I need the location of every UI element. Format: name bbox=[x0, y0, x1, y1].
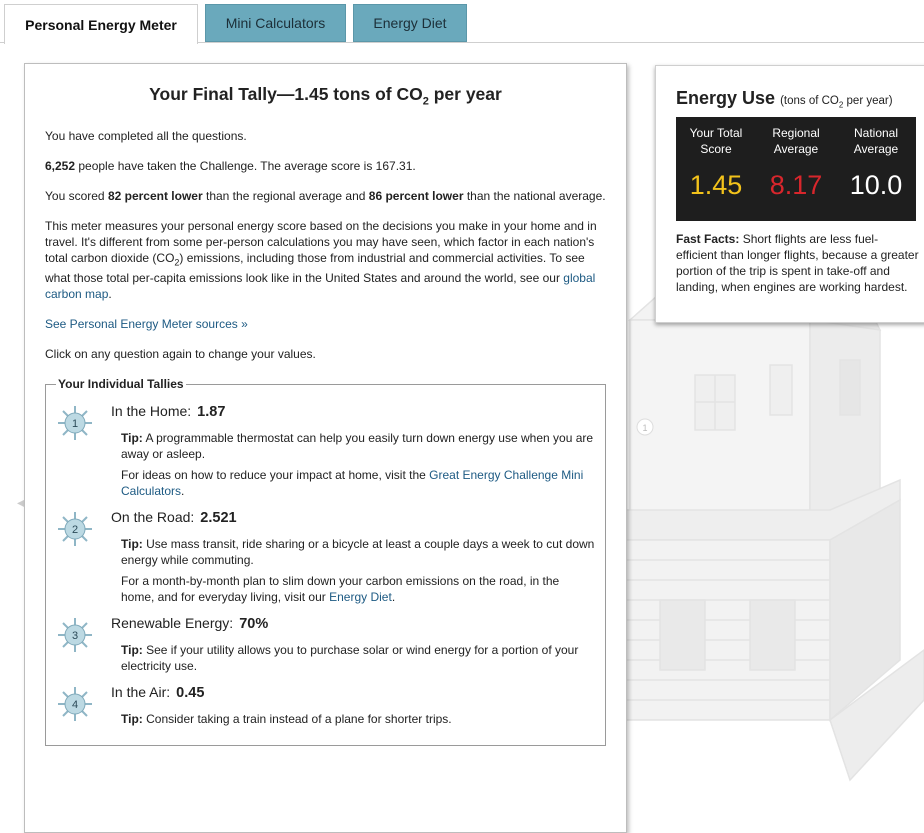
house-badge-number: 1 bbox=[642, 423, 647, 433]
score-label: National Average bbox=[853, 126, 899, 157]
tally-value: 2.521 bbox=[200, 509, 237, 526]
score-value: 1.45 bbox=[689, 170, 743, 201]
score-value: 8.17 bbox=[769, 170, 823, 201]
tally-item-air[interactable]: 4 In the Air: 0.45 Tip: Consider taking a… bbox=[56, 684, 595, 727]
participants-text: 6,252 people have taken the Challenge. T… bbox=[45, 158, 416, 173]
energy-diet-link[interactable]: Energy Diet bbox=[329, 590, 392, 604]
tab-personal-energy-meter[interactable]: Personal Energy Meter bbox=[4, 4, 198, 44]
tally-value: 1.87 bbox=[197, 403, 226, 420]
tally-value: 70% bbox=[239, 615, 269, 632]
score-regional-average: Regional Average 8.17 bbox=[756, 117, 836, 199]
tab-mini-calculators[interactable]: Mini Calculators bbox=[205, 4, 346, 42]
tally-extra: For ideas on how to reduce your impact a… bbox=[121, 467, 584, 498]
tally-item-renewable[interactable]: 3 Renewable Energy: 70% Tip: See if your … bbox=[56, 615, 595, 674]
tab-bar: Personal Energy Meter Mini Calculators E… bbox=[0, 0, 924, 44]
page-title: Your Final Tally—1.45 tons of CO2 per ye… bbox=[149, 84, 502, 108]
energy-use-title: Energy Use (tons of CO2 per year) bbox=[676, 88, 893, 110]
tally-item-road[interactable]: 2 On the Road: 2.521 Tip: Use mass transi… bbox=[56, 509, 595, 605]
final-tally-panel: Your Final Tally—1.45 tons of CO2 per ye… bbox=[24, 63, 627, 833]
tally-tip: Tip: Use mass transit, ride sharing or a… bbox=[121, 536, 595, 567]
participants-count: 6,252 bbox=[45, 158, 76, 173]
star-badge-icon: 4 bbox=[58, 686, 92, 721]
fast-facts: Fast Facts: Short flights are less fuel-… bbox=[676, 232, 919, 295]
score-label: Regional Average bbox=[772, 126, 820, 157]
energy-use-panel: Energy Use (tons of CO2 per year) Your T… bbox=[655, 65, 924, 323]
tally-tip: Tip: Consider taking a train instead of … bbox=[121, 711, 452, 726]
score-national-average: National Average 10.0 bbox=[836, 117, 916, 199]
tally-value: 0.45 bbox=[176, 684, 205, 701]
score-label: Your Total Score bbox=[689, 126, 743, 157]
tallies-legend: Your Individual Tallies bbox=[56, 375, 186, 392]
svg-text:2: 2 bbox=[72, 524, 78, 536]
tally-item-home[interactable]: 1 In the Home: 1.87 Tip: A programmable t… bbox=[56, 403, 595, 499]
meter-description: This meter measures your personal energy… bbox=[45, 218, 597, 301]
individual-tallies: Your Individual Tallies 1 In the Home: 1.… bbox=[45, 375, 606, 746]
click-instructions: Click on any question again to change yo… bbox=[45, 346, 316, 361]
tally-heading: Renewable Energy: 70% bbox=[111, 614, 269, 632]
tally-tip: Tip: See if your utility allows you to p… bbox=[121, 642, 579, 673]
star-badge-icon: 2 bbox=[58, 511, 92, 546]
tab-energy-diet[interactable]: Energy Diet bbox=[353, 4, 467, 42]
svg-text:1: 1 bbox=[72, 418, 78, 430]
tally-heading: In the Air: 0.45 bbox=[111, 683, 205, 701]
star-badge-icon: 3 bbox=[58, 617, 92, 652]
tally-tip: Tip: A programmable thermostat can help … bbox=[121, 430, 594, 461]
tally-heading: In the Home: 1.87 bbox=[111, 402, 226, 420]
svg-text:3: 3 bbox=[72, 630, 78, 642]
score-your-total: Your Total Score 1.45 bbox=[676, 117, 756, 199]
tally-extra: For a month-by-month plan to slim down y… bbox=[121, 573, 560, 604]
svg-text:4: 4 bbox=[72, 699, 78, 711]
tally-heading: On the Road: 2.521 bbox=[111, 508, 237, 526]
score-comparison-text: You scored 82 percent lower than the reg… bbox=[45, 188, 606, 203]
star-badge-icon: 1 bbox=[58, 405, 92, 440]
score-box: Your Total Score 1.45 Regional Average 8… bbox=[676, 117, 916, 222]
sources-link[interactable]: See Personal Energy Meter sources » bbox=[45, 317, 248, 331]
score-value: 10.0 bbox=[849, 170, 903, 201]
completed-text: You have completed all the questions. bbox=[45, 128, 247, 143]
